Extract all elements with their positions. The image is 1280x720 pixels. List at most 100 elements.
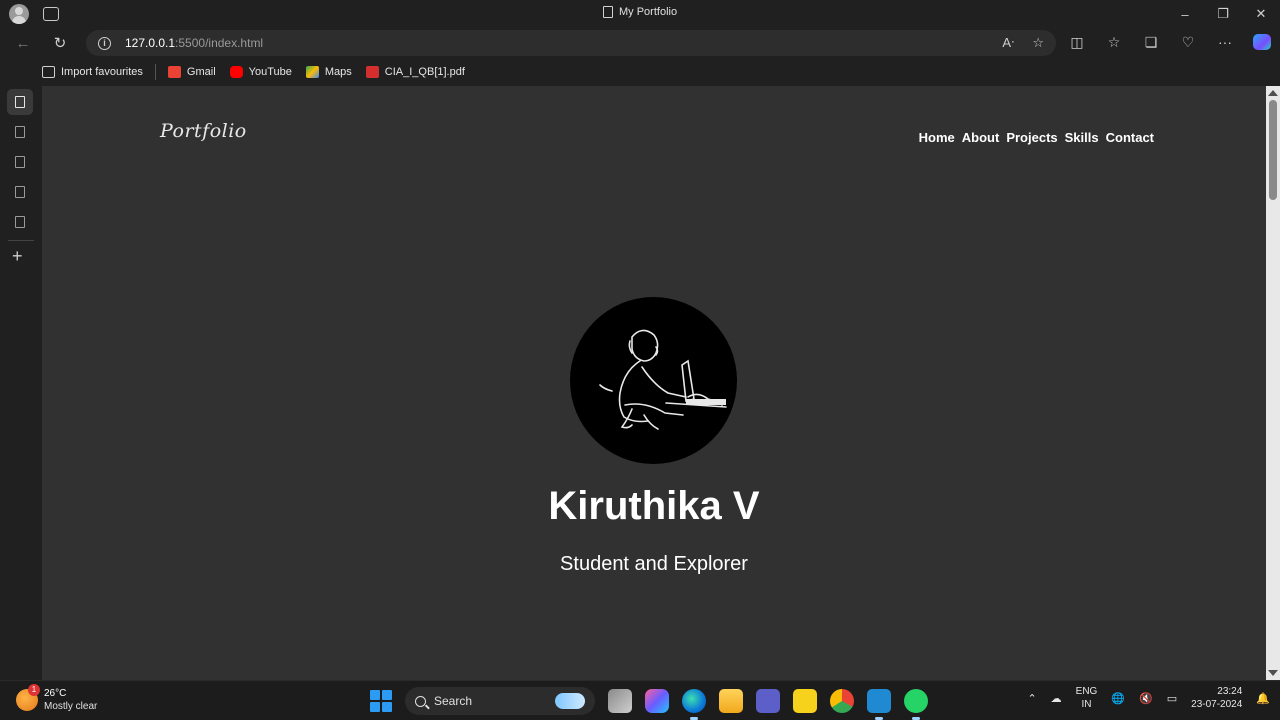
favourites-icon[interactable]: ☆ bbox=[1105, 34, 1123, 50]
search-highlight-icon bbox=[555, 693, 585, 709]
fav-pdf[interactable]: CIA_I_QB[1].pdf bbox=[365, 66, 465, 78]
hero-name: Kiruthika V bbox=[548, 484, 760, 528]
chrome-icon[interactable] bbox=[830, 689, 854, 713]
tab-3[interactable] bbox=[10, 152, 30, 172]
close-button[interactable]: ✕ bbox=[1242, 0, 1280, 28]
favourites-divider bbox=[154, 64, 156, 80]
page-icon bbox=[15, 156, 25, 168]
fav-youtube[interactable]: YouTube bbox=[229, 66, 292, 78]
split-screen-icon[interactable]: ◫ bbox=[1068, 34, 1086, 50]
person-at-laptop-illustration bbox=[599, 329, 727, 430]
gmail-icon bbox=[167, 66, 181, 78]
maps-icon bbox=[305, 66, 319, 78]
weather-temperature: 26°C bbox=[44, 688, 67, 699]
favourite-star-icon[interactable]: ☆ bbox=[1032, 35, 1044, 51]
fav-gmail[interactable]: Gmail bbox=[167, 66, 216, 78]
tab-2[interactable] bbox=[10, 122, 30, 142]
fav-maps[interactable]: Maps bbox=[305, 66, 352, 78]
system-tray: ⌃ ☁ ENG IN 🌐 🔇 ▭ 23:24 23-07-2024 🔔 bbox=[1027, 685, 1270, 711]
read-aloud-icon[interactable]: Aᐧ bbox=[1002, 35, 1014, 51]
volume-muted-icon[interactable]: 🔇 bbox=[1139, 692, 1153, 705]
profile-illustration bbox=[570, 297, 737, 464]
nav-about[interactable]: About bbox=[962, 130, 1000, 145]
language-indicator[interactable]: ENG IN bbox=[1076, 685, 1098, 711]
show-hidden-icons-chevron-icon[interactable]: ⌃ bbox=[1027, 692, 1036, 705]
favourites-bar: Import favourites Gmail YouTube Maps CIA… bbox=[42, 59, 479, 85]
workspaces-icon[interactable] bbox=[43, 7, 59, 21]
copilot-app-icon[interactable] bbox=[645, 689, 669, 713]
weather-widget[interactable]: 1 26°C Mostly clear bbox=[16, 684, 97, 713]
teams-icon[interactable] bbox=[756, 689, 780, 713]
address-bar[interactable]: i 127.0.0.1:5500/index.html Aᐧ ☆ bbox=[86, 30, 1056, 56]
pdf-icon bbox=[365, 66, 379, 78]
browser-essentials-icon[interactable]: ♡ bbox=[1179, 34, 1197, 50]
page-icon bbox=[603, 6, 613, 18]
fav-label: Maps bbox=[324, 66, 352, 78]
scroll-down-arrow-icon[interactable] bbox=[1268, 670, 1278, 676]
search-icon bbox=[415, 695, 426, 707]
import-icon bbox=[42, 66, 55, 78]
youtube-icon bbox=[229, 66, 243, 78]
region-code: IN bbox=[1081, 699, 1092, 710]
fav-label: YouTube bbox=[248, 66, 292, 78]
tab-divider bbox=[8, 240, 34, 241]
nav-skills[interactable]: Skills bbox=[1065, 130, 1099, 145]
copilot-icon[interactable] bbox=[1253, 34, 1271, 50]
collections-icon[interactable]: ❏ bbox=[1142, 34, 1160, 50]
restore-button[interactable]: ❐ bbox=[1204, 0, 1242, 28]
taskbar: 1 26°C Mostly clear Search ⌃ ☁ ENG IN 🌐 bbox=[0, 680, 1280, 720]
start-button[interactable] bbox=[370, 690, 392, 712]
file-explorer-icon[interactable] bbox=[719, 689, 743, 713]
profile-avatar-icon[interactable] bbox=[9, 4, 29, 24]
site-info-icon[interactable]: i bbox=[98, 36, 111, 50]
scroll-thumb[interactable] bbox=[1269, 100, 1277, 200]
refresh-icon[interactable]: ↻ bbox=[50, 33, 70, 53]
fav-label: CIA_I_QB[1].pdf bbox=[384, 66, 465, 78]
new-tab-icon[interactable]: + bbox=[12, 246, 23, 267]
network-icon[interactable]: 🌐 bbox=[1111, 692, 1125, 705]
page-icon bbox=[15, 186, 25, 198]
tab-my-portfolio[interactable] bbox=[7, 89, 33, 115]
fav-label: Import favourites bbox=[61, 66, 143, 78]
nav-home[interactable]: Home bbox=[919, 130, 955, 145]
taskbar-search[interactable]: Search bbox=[405, 687, 595, 715]
whatsapp-icon[interactable] bbox=[904, 689, 928, 720]
edge-app-icon[interactable] bbox=[682, 689, 706, 720]
notifications-icon[interactable]: 🔔 bbox=[1256, 692, 1270, 705]
battery-icon[interactable]: ▭ bbox=[1167, 692, 1177, 705]
tab-5[interactable] bbox=[10, 212, 30, 232]
toolbar-icons: ◫ ☆ ❏ ♡ ··· bbox=[1068, 34, 1271, 50]
page-viewport: Portfolio Home About Projects Skills Con… bbox=[42, 86, 1266, 680]
nav-projects[interactable]: Projects bbox=[1006, 130, 1057, 145]
url-host: 127.0.0.1 bbox=[125, 36, 176, 50]
page-icon bbox=[15, 96, 25, 108]
scroll-up-arrow-icon[interactable] bbox=[1268, 90, 1278, 96]
fav-label: Gmail bbox=[186, 66, 216, 78]
more-options-icon[interactable]: ··· bbox=[1216, 34, 1234, 50]
nav-contact[interactable]: Contact bbox=[1106, 130, 1154, 145]
weather-icon: 1 bbox=[16, 684, 40, 711]
window-title-text: My Portfolio bbox=[619, 6, 678, 18]
search-label: Search bbox=[434, 694, 473, 708]
url-text[interactable]: 127.0.0.1:5500/index.html bbox=[125, 36, 263, 50]
title-bar: My Portfolio – ❐ ✕ bbox=[0, 0, 1280, 28]
language-code: ENG bbox=[1075, 686, 1098, 697]
fav-import-favourites[interactable]: Import favourites bbox=[42, 66, 143, 78]
tab-4[interactable] bbox=[10, 182, 30, 202]
hero-subtitle: Student and Explorer bbox=[560, 553, 748, 575]
page-scrollbar[interactable] bbox=[1266, 86, 1280, 680]
site-logo[interactable]: Portfolio bbox=[160, 120, 247, 142]
sticky-notes-icon[interactable] bbox=[793, 689, 817, 713]
vertical-tab-strip: + bbox=[0, 58, 42, 680]
clock-time: 23:24 bbox=[1217, 686, 1243, 697]
site-nav: Home About Projects Skills Contact bbox=[919, 130, 1154, 145]
minimize-button[interactable]: – bbox=[1166, 0, 1204, 28]
weather-badge: 1 bbox=[28, 684, 40, 696]
onedrive-icon[interactable]: ☁ bbox=[1051, 692, 1062, 705]
task-view-icon[interactable] bbox=[608, 689, 632, 713]
back-arrow-icon[interactable]: ← bbox=[13, 33, 33, 53]
clock[interactable]: 23:24 23-07-2024 bbox=[1191, 685, 1242, 711]
vscode-icon[interactable] bbox=[867, 689, 891, 720]
clock-date: 23-07-2024 bbox=[1191, 699, 1243, 710]
page-icon bbox=[15, 216, 25, 228]
